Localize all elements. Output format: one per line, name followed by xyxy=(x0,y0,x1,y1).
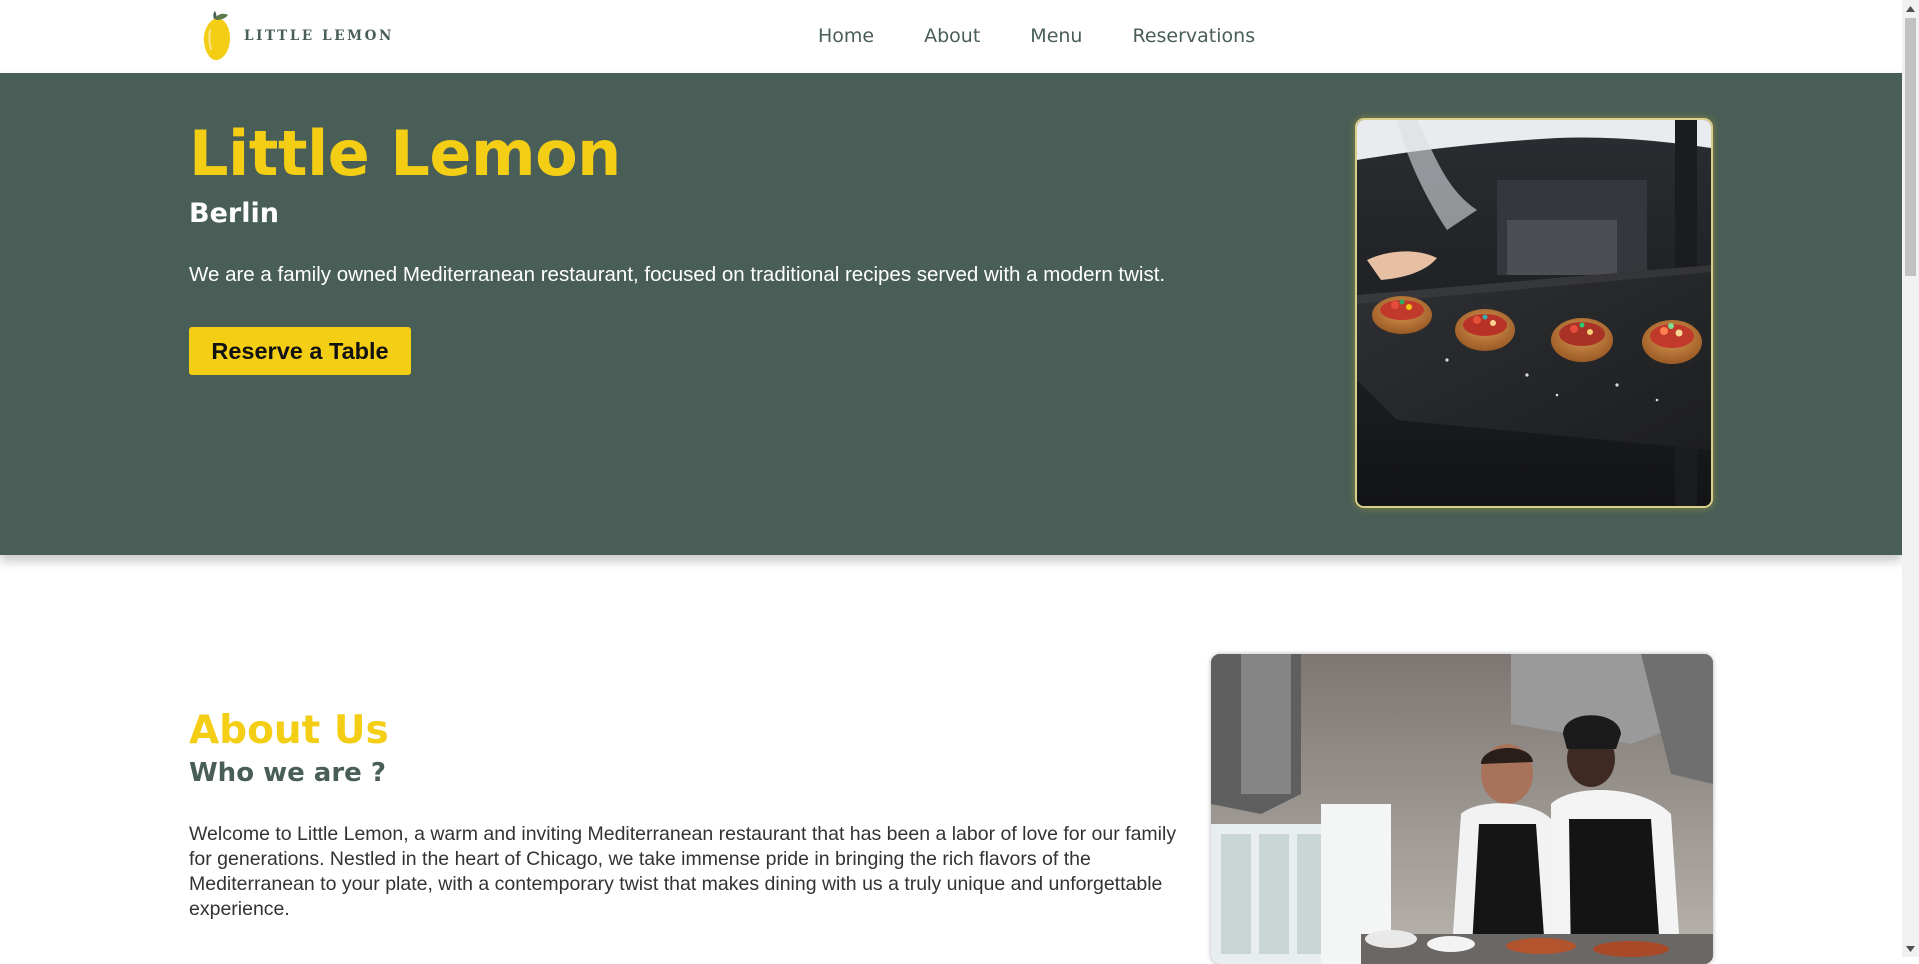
about-title: About Us xyxy=(189,708,389,753)
main-nav: Home About Menu Reservations xyxy=(818,25,1255,47)
logo-text: LITTLE LEMON xyxy=(244,28,394,44)
scrollbar-thumb[interactable] xyxy=(1905,18,1916,276)
reserve-table-button[interactable]: Reserve a Table xyxy=(189,327,411,375)
hero-section: Little Lemon Berlin We are a family owne… xyxy=(0,73,1902,555)
vertical-scrollbar[interactable] xyxy=(1902,0,1919,957)
logo-link[interactable]: LITTLE LEMON xyxy=(200,10,394,62)
about-subtitle: Who we are ? xyxy=(189,758,386,788)
hero-title: Little Lemon xyxy=(189,117,621,190)
about-text: Welcome to Little Lemon, a warm and invi… xyxy=(189,823,1177,920)
about-image xyxy=(1211,654,1713,964)
lemon-icon xyxy=(203,11,230,61)
nav-link-about[interactable]: About xyxy=(924,25,980,47)
chevron-up-icon[interactable] xyxy=(1902,0,1919,17)
nav-link-menu[interactable]: Menu xyxy=(1030,25,1082,47)
hero-image xyxy=(1355,118,1713,508)
site-header: LITTLE LEMON Home About Menu Reservation… xyxy=(0,0,1902,73)
hero-description: We are a family owned Mediterranean rest… xyxy=(189,263,1166,286)
nav-link-home[interactable]: Home xyxy=(818,25,874,47)
chevron-down-icon[interactable] xyxy=(1902,940,1919,957)
hero-subtitle: Berlin xyxy=(189,198,279,229)
nav-link-reservations[interactable]: Reservations xyxy=(1132,25,1255,47)
